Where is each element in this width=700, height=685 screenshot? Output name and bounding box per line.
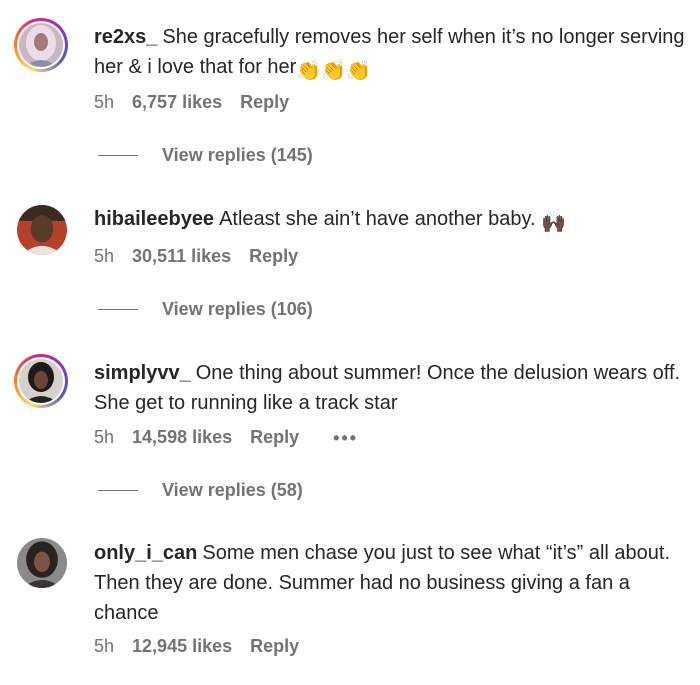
comment-username[interactable]: simplyvv_ — [94, 362, 191, 384]
view-replies-label: View replies (106) — [162, 299, 313, 319]
replies-divider-line — [98, 489, 138, 492]
view-replies-button[interactable]: View replies (145) — [98, 145, 313, 166]
reply-button[interactable]: Reply — [240, 92, 289, 113]
comment-likes-count[interactable]: 6,757 likes — [132, 92, 222, 113]
avatar-container[interactable] — [17, 205, 67, 255]
avatar[interactable] — [17, 205, 67, 255]
comment-timestamp: 5h — [94, 92, 115, 112]
comment-username[interactable]: only_i_can — [94, 542, 197, 564]
comment-meta: 5h 6,757 likes Reply — [94, 92, 289, 113]
view-replies-label: View replies (58) — [162, 480, 303, 500]
avatar-story-ring[interactable] — [14, 18, 68, 72]
reply-button[interactable]: Reply — [249, 246, 298, 267]
more-options-icon[interactable]: ••• — [333, 429, 358, 447]
clapping-hands-emoji: 👏👏👏 — [296, 60, 372, 82]
avatar[interactable] — [19, 23, 63, 67]
replies-divider-line — [98, 308, 138, 311]
comment-username[interactable]: re2xs_ — [94, 26, 157, 48]
reply-button[interactable]: Reply — [250, 427, 299, 448]
comment-meta: 5h 12,945 likes Reply — [94, 636, 299, 657]
comment-username[interactable]: hibaileebyee — [94, 208, 214, 230]
comment-timestamp: 5h — [94, 427, 115, 447]
reply-button[interactable]: Reply — [250, 636, 299, 657]
comment-text: Atleast she ain’t have another baby. — [219, 208, 536, 230]
view-replies-button[interactable]: View replies (106) — [98, 299, 313, 320]
raising-hands-emoji: 🙌🏿 — [541, 212, 567, 234]
comment-likes-count[interactable]: 12,945 likes — [132, 636, 232, 657]
comment-likes-count[interactable]: 14,598 likes — [132, 427, 232, 448]
comment-meta: 5h 30,511 likes Reply — [94, 246, 298, 267]
view-replies-button[interactable]: View replies (58) — [98, 480, 303, 501]
avatar-container[interactable] — [17, 538, 67, 588]
comment-meta: 5h 14,598 likes Reply ••• — [94, 427, 358, 448]
view-replies-label: View replies (145) — [162, 145, 313, 165]
avatar[interactable] — [19, 359, 63, 403]
comment-text: She gracefully removes her self when it’… — [94, 26, 685, 78]
comment-timestamp: 5h — [94, 246, 115, 266]
comments-list: re2xs_ She gracefully removes her self wh… — [0, 0, 700, 685]
comment-likes-count[interactable]: 30,511 likes — [132, 246, 231, 267]
comment-timestamp: 5h — [94, 636, 115, 656]
replies-divider-line — [98, 154, 138, 157]
avatar[interactable] — [17, 538, 67, 588]
avatar-story-ring[interactable] — [14, 354, 68, 408]
